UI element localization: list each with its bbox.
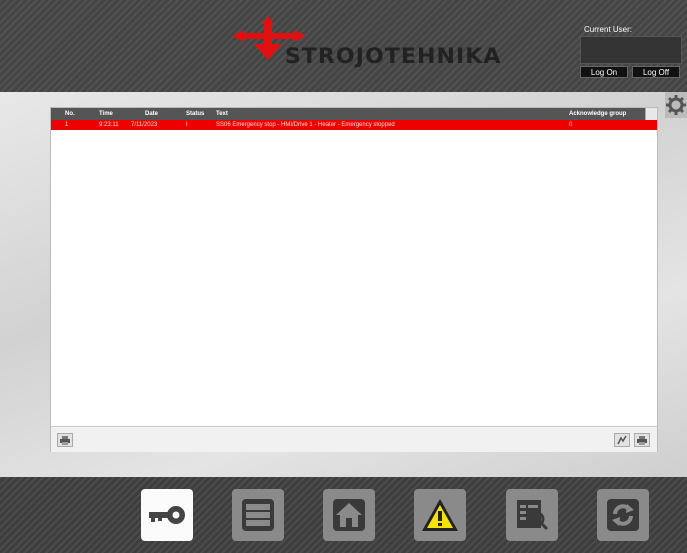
log-on-button[interactable]: Log On [580,66,628,78]
cell-no: 1 [65,122,69,128]
nav-alarms-button[interactable] [414,489,466,541]
alarm-view: No. Time Date Status Text Acknowledge gr… [50,107,658,452]
log-off-button[interactable]: Log Off [632,66,680,78]
column-header-time[interactable]: Time [99,111,113,117]
user-panel: Current User: Log On Log Off [578,22,684,78]
cell-text: SS06 Emergency stop - HMI/Drive 1 - Heat… [216,122,395,128]
current-user-field [580,36,682,64]
refresh-icon [607,499,639,531]
table-row[interactable]: 1 9:23:11 7/11/2023 I SS06 Emergency sto… [51,120,657,130]
cell-time: 9:23:11 [99,122,119,128]
table-header: No. Time Date Status Text Acknowledge gr… [51,108,645,120]
nav-reports-button[interactable] [506,489,558,541]
settings-button[interactable] [665,92,687,118]
nav-list-button[interactable] [232,489,284,541]
alarm-toolbar [51,426,657,452]
gear-icon [666,95,686,115]
column-header-date[interactable]: Date [145,111,158,117]
acknowledge-button[interactable] [614,433,630,447]
column-header-acknowledge-group[interactable]: Acknowledge group [569,111,626,117]
print-icon [637,435,647,445]
acknowledge-icon [617,435,627,445]
column-header-status[interactable]: Status [186,111,204,117]
warning-icon [422,499,458,531]
report-search-icon [517,500,549,531]
brand-name: STROJOTEHNIKA [284,44,502,68]
list-icon [242,499,274,531]
column-header-text[interactable]: Text [216,111,228,117]
column-header-no[interactable]: No. [65,111,75,117]
print-list-button[interactable] [634,433,650,447]
cell-acknowledge-group: 0 [569,122,573,128]
nav-login-button[interactable] [141,489,193,541]
current-user-label: Current User: [584,25,633,34]
key-icon [149,506,185,524]
cell-date: 7/11/2023 [131,122,158,128]
home-icon [333,499,365,531]
nav-home-button[interactable] [323,489,375,541]
print-icon [60,435,70,445]
nav-refresh-button[interactable] [597,489,649,541]
cell-status: I [186,122,188,128]
scrollbar-corner [645,108,657,120]
header-bar: STROJOTEHNIKA Current User: Log On Log O… [0,0,687,92]
company-logo: STROJOTEHNIKA [228,14,500,74]
print-button[interactable] [57,433,73,447]
bottom-navigation [0,477,687,553]
